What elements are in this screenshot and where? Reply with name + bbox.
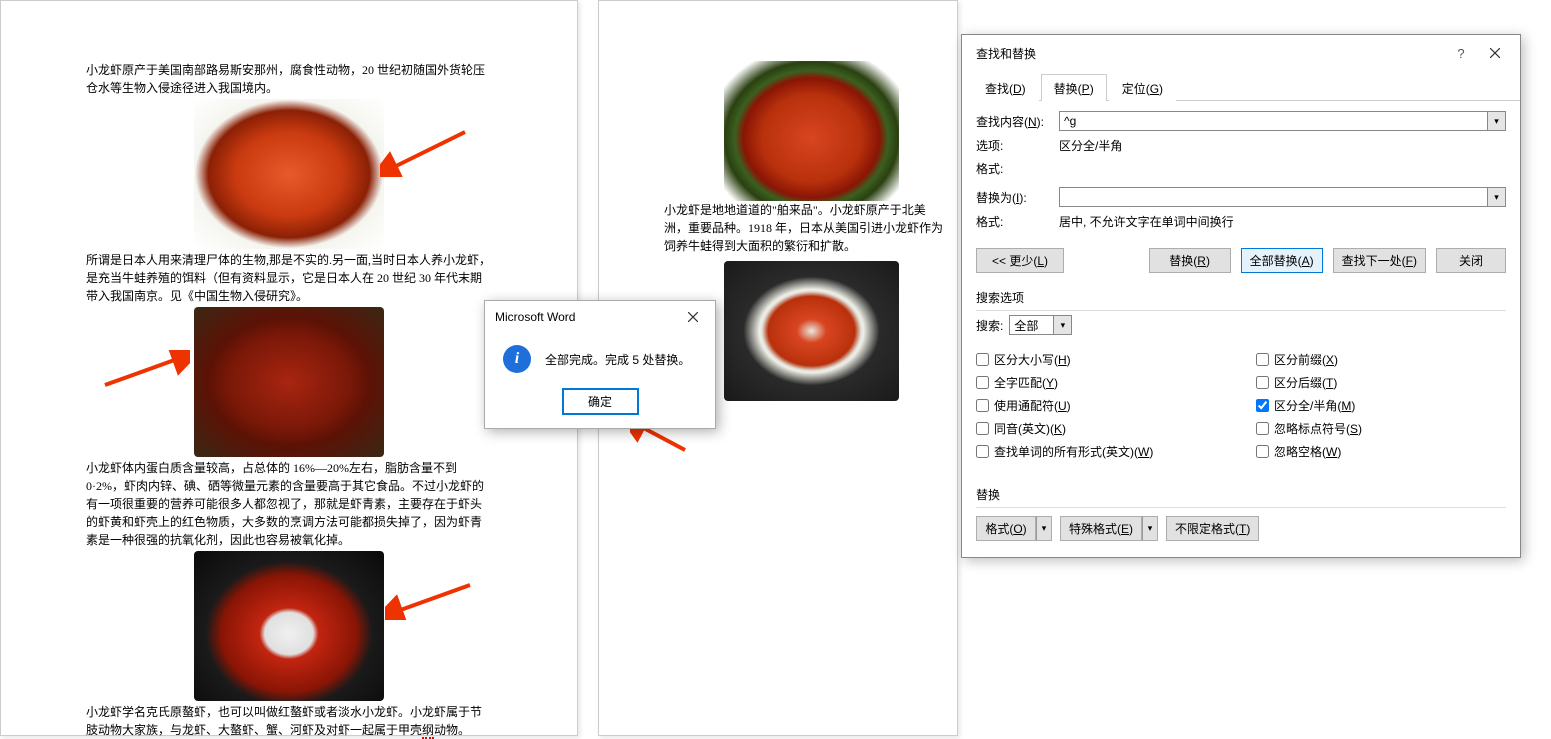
dialog-titlebar[interactable]: 查找和替换 ? bbox=[962, 35, 1520, 69]
find-next-button[interactable]: 查找下一处(F) bbox=[1333, 248, 1426, 273]
ignore-space-checkbox[interactable]: 忽略空格(W) bbox=[1256, 443, 1506, 460]
replace-input[interactable] bbox=[1059, 187, 1488, 207]
dropdown-button[interactable]: ▾ bbox=[1488, 111, 1506, 131]
crayfish-image-r1[interactable] bbox=[724, 61, 899, 201]
find-label: 查找内容(N): bbox=[976, 113, 1051, 130]
format2-value: 居中, 不允许文字在单词中间换行 bbox=[1059, 213, 1234, 230]
search-options-label: 搜索选项 bbox=[962, 283, 1520, 310]
paragraph: 小龙虾体内蛋白质含量较高，占总体的 16%—20%左右，脂肪含量不到 0·2%，… bbox=[86, 459, 492, 549]
find-input[interactable] bbox=[1059, 111, 1488, 131]
find-replace-dialog: 查找和替换 ? 查找(D) 替换(P) 定位(G) 查找内容(N): ▾ 选项:… bbox=[961, 34, 1521, 558]
paragraph: 所谓是日本人用来清理尸体的生物,那是不实的.另一面,当时日本人养小龙虾，是充当牛… bbox=[86, 251, 492, 305]
tab-strip: 查找(D) 替换(P) 定位(G) bbox=[972, 73, 1520, 101]
format2-label: 格式: bbox=[976, 213, 1051, 230]
replace-button[interactable]: 替换(R) bbox=[1149, 248, 1231, 273]
options-label: 选项: bbox=[976, 137, 1051, 154]
crayfish-image-3[interactable] bbox=[194, 551, 384, 701]
whole-word-checkbox[interactable]: 全字匹配(Y) bbox=[976, 374, 1216, 391]
tab-goto[interactable]: 定位(G) bbox=[1109, 74, 1176, 101]
crayfish-image-2[interactable] bbox=[194, 307, 384, 457]
wildcards-checkbox[interactable]: 使用通配符(U) bbox=[976, 397, 1216, 414]
paragraph: 小龙虾原产于美国南部路易斯安那州，腐食性动物，20 世纪初随国外货轮压仓水等生物… bbox=[86, 61, 492, 97]
close-dialog-button[interactable]: 关闭 bbox=[1436, 248, 1506, 273]
close-button[interactable] bbox=[1480, 43, 1510, 63]
dropdown-button[interactable]: ▾ bbox=[1054, 315, 1072, 335]
close-icon bbox=[688, 312, 698, 322]
info-icon: i bbox=[503, 345, 531, 373]
word-forms-checkbox[interactable]: 查找单词的所有形式(英文)(W) bbox=[976, 443, 1216, 460]
crayfish-image-r2[interactable] bbox=[724, 261, 899, 401]
no-format-button[interactable]: 不限定格式(T) bbox=[1166, 516, 1259, 541]
format-label: 格式: bbox=[976, 160, 1051, 177]
ok-button[interactable]: 确定 bbox=[563, 389, 638, 414]
prefix-checkbox[interactable]: 区分前缀(X) bbox=[1256, 351, 1506, 368]
message-box: Microsoft Word i 全部完成。完成 5 处替换。 确定 bbox=[484, 300, 716, 429]
dialog-title: 查找和替换 bbox=[976, 45, 1036, 62]
close-icon bbox=[1490, 48, 1500, 58]
match-case-checkbox[interactable]: 区分大小写(H) bbox=[976, 351, 1216, 368]
options-value: 区分全/半角 bbox=[1059, 137, 1122, 154]
crayfish-image-1[interactable] bbox=[194, 99, 384, 249]
format-dropdown-button[interactable]: 格式(O)▾ bbox=[976, 516, 1052, 541]
message-box-title: Microsoft Word bbox=[495, 310, 575, 324]
tab-replace[interactable]: 替换(P) bbox=[1041, 74, 1107, 101]
paragraph: 小龙虾学名克氏原螯虾，也可以叫做红螯虾或者淡水小龙虾。小龙虾属于节肢动物大家族，… bbox=[86, 703, 492, 739]
suffix-checkbox[interactable]: 区分后缀(T) bbox=[1256, 374, 1506, 391]
tab-find[interactable]: 查找(D) bbox=[972, 74, 1039, 101]
message-box-titlebar: Microsoft Word bbox=[485, 301, 715, 333]
replace-all-button[interactable]: 全部替换(A) bbox=[1241, 248, 1323, 273]
ignore-punct-checkbox[interactable]: 忽略标点符号(S) bbox=[1256, 420, 1506, 437]
close-button[interactable] bbox=[679, 307, 707, 327]
message-text: 全部完成。完成 5 处替换。 bbox=[545, 351, 690, 368]
fullhalf-checkbox[interactable]: 区分全/半角(M) bbox=[1256, 397, 1506, 414]
replace-label: 替换为(I): bbox=[976, 189, 1051, 206]
search-scope-label: 搜索: bbox=[976, 317, 1003, 334]
sounds-like-checkbox[interactable]: 同音(英文)(K) bbox=[976, 420, 1216, 437]
replace-section-label: 替换 bbox=[962, 472, 1520, 507]
paragraph: 小龙虾是地地道道的"舶来品"。小龙虾原产于北美洲，重要品种。1918 年，日本从… bbox=[664, 201, 947, 255]
search-scope-select[interactable] bbox=[1009, 315, 1054, 335]
less-button[interactable]: << 更少(L) bbox=[976, 248, 1064, 273]
help-button[interactable]: ? bbox=[1446, 43, 1476, 63]
special-format-dropdown-button[interactable]: 特殊格式(E)▾ bbox=[1060, 516, 1158, 541]
dropdown-button[interactable]: ▾ bbox=[1488, 187, 1506, 207]
